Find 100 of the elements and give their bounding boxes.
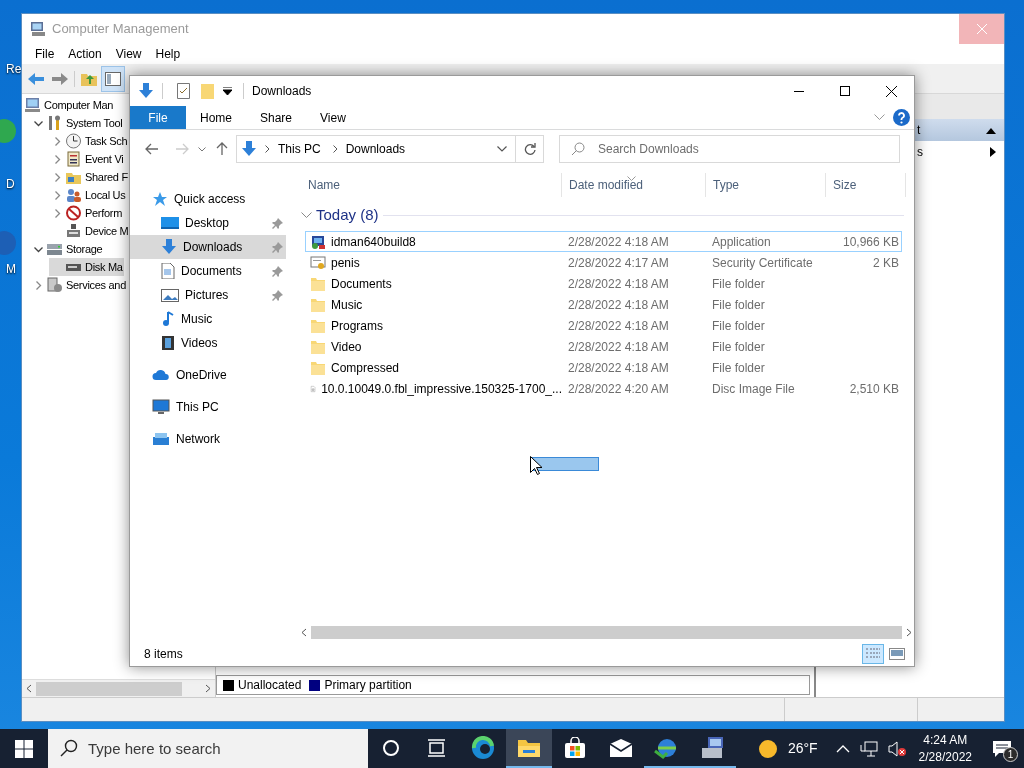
file-row[interactable]: Video 2/28/2022 4:18 AM File folder <box>305 336 902 357</box>
application-icon <box>310 233 326 250</box>
column-header[interactable]: Date modified <box>562 173 706 197</box>
close-icon <box>885 85 897 97</box>
file-row[interactable]: Documents 2/28/2022 4:18 AM File folder <box>305 273 902 294</box>
menu-item[interactable]: Help <box>148 45 188 63</box>
menu-item[interactable]: Action <box>61 45 109 63</box>
tree-item[interactable]: Local Us <box>49 186 127 204</box>
scroll-left-icon <box>26 684 32 693</box>
clock-icon <box>65 133 82 149</box>
breadcrumb[interactable]: This PC <box>274 140 325 158</box>
notifications-button[interactable]: 1 <box>980 729 1024 768</box>
nav-item[interactable]: OneDrive <box>130 363 286 387</box>
date-modified: 2/28/2022 4:20 AM <box>568 381 669 396</box>
status-text: 8 items <box>144 646 183 663</box>
file-type: Application <box>712 234 771 249</box>
refresh-button[interactable] <box>516 135 544 163</box>
nav-item[interactable]: Quick access <box>130 187 286 211</box>
ribbon-tab[interactable]: Share <box>246 106 307 129</box>
legend-label: Primary partition <box>324 677 412 694</box>
nav-item[interactable]: Documents <box>130 259 286 283</box>
search-field[interactable]: Search Downloads <box>559 135 900 163</box>
details-view-icon <box>865 647 881 661</box>
file-type: Disc Image File <box>712 381 795 396</box>
group-header[interactable]: Today (8) <box>316 203 379 227</box>
nav-item[interactable]: Desktop <box>130 211 286 235</box>
file-name: Documents <box>331 275 392 293</box>
tree-item[interactable]: Event Vi <box>49 150 125 168</box>
file-row[interactable]: Programs 2/28/2022 4:18 AM File folder <box>305 315 902 336</box>
tree-item[interactable]: Computer Man <box>22 96 115 114</box>
file-row[interactable]: Compressed 2/28/2022 4:18 AM File folder <box>305 357 902 378</box>
back-arrow-icon <box>27 71 45 86</box>
nav-item[interactable]: This PC <box>130 395 286 419</box>
column-header[interactable]: Name <box>301 173 562 197</box>
edge-icon <box>471 735 495 760</box>
search-field[interactable]: Type here to search <box>48 729 368 768</box>
file-name: 10.0.10049.0.fbl_impressive.150325-1700_... <box>321 380 562 398</box>
tree-item[interactable]: Storage <box>30 240 104 258</box>
breadcrumb[interactable]: Downloads <box>341 140 410 158</box>
menu-item[interactable]: File <box>28 45 62 63</box>
collapse-icon <box>986 126 996 134</box>
download-icon <box>241 141 257 157</box>
chevron-up-icon <box>835 744 850 753</box>
tree-item[interactable]: Shared F <box>49 168 129 186</box>
nav-item[interactable]: Music <box>130 307 286 331</box>
date-modified: 2/28/2022 4:17 AM <box>568 255 669 270</box>
music-note-icon <box>161 311 175 327</box>
star-icon <box>152 191 168 207</box>
tree-item[interactable]: Perform <box>49 204 124 222</box>
column-header[interactable]: Size <box>826 173 906 197</box>
file-type: File folder <box>712 360 765 375</box>
address-bar[interactable]: This PC Downloads <box>236 135 516 163</box>
tree-item[interactable]: Task Sch <box>49 132 129 150</box>
nav-item[interactable]: Network <box>130 427 286 451</box>
action-link[interactable]: s <box>915 141 1004 163</box>
no-entry-icon <box>65 205 82 221</box>
view-button[interactable] <box>862 644 884 664</box>
taskbar-button[interactable] <box>506 729 552 768</box>
file-name: Video <box>331 338 362 356</box>
file-menu-button[interactable]: File <box>130 106 186 129</box>
windows-logo-icon <box>15 739 33 758</box>
file-row[interactable]: Music 2/28/2022 4:18 AM File folder <box>305 294 902 315</box>
legend-label: Unallocated <box>238 677 302 694</box>
show-hide-tree-button[interactable] <box>101 65 125 92</box>
pin-icon <box>272 242 283 254</box>
tree-item[interactable]: Disk Ma <box>49 258 124 276</box>
panel-icon <box>105 71 121 86</box>
pin-icon <box>272 266 283 278</box>
forward-arrow-icon <box>175 143 189 155</box>
tree-item[interactable]: Device M <box>49 222 130 240</box>
column-header[interactable]: Type <box>706 173 826 197</box>
nav-item[interactable]: Pictures <box>130 283 286 307</box>
scrollbar-thumb[interactable] <box>36 681 182 696</box>
computer-icon <box>24 97 41 113</box>
tree-item[interactable]: Services and <box>30 276 127 294</box>
scrollbar-thumb[interactable] <box>311 625 902 639</box>
tree-item[interactable]: System Tool <box>30 114 124 132</box>
ribbon-tab[interactable]: Home <box>186 106 246 129</box>
folder-icon <box>310 338 326 355</box>
scroll-left-icon <box>301 627 307 637</box>
download-icon <box>161 239 177 255</box>
picture-icon <box>161 288 179 302</box>
clock[interactable]: 4:24 AM 2/28/2022 <box>910 731 980 766</box>
file-row[interactable]: penis 2/28/2022 4:17 AM Security Certificate 2 KB <box>305 252 902 273</box>
file-row[interactable]: 10.0.10049.0.fbl_impressive.150325-1700_... 2/28/2022 4:20 AM Disc Image File 2,510 KB <box>305 378 902 399</box>
menu-item[interactable]: View <box>108 45 149 63</box>
nav-item[interactable]: Videos <box>130 331 286 355</box>
icon-label: Re <box>6 61 22 78</box>
date-modified: 2/28/2022 4:18 AM <box>568 360 669 375</box>
ribbon-tab[interactable]: View <box>306 106 360 129</box>
section-header[interactable]: t <box>915 119 1004 141</box>
nav-item[interactable]: Downloads <box>130 235 286 259</box>
scroll-right-icon <box>906 627 912 637</box>
date-modified: 2/28/2022 4:18 AM <box>568 297 669 312</box>
folder-icon <box>310 275 326 292</box>
expand-ribbon-icon <box>874 114 885 121</box>
file-name: idman640build8 <box>331 233 416 251</box>
date-modified: 2/28/2022 4:18 AM <box>568 234 669 249</box>
weather-button[interactable]: 26°F <box>752 729 823 768</box>
file-row[interactable]: idman640build8 2/28/2022 4:18 AM Application 10,966 KB <box>305 231 902 252</box>
